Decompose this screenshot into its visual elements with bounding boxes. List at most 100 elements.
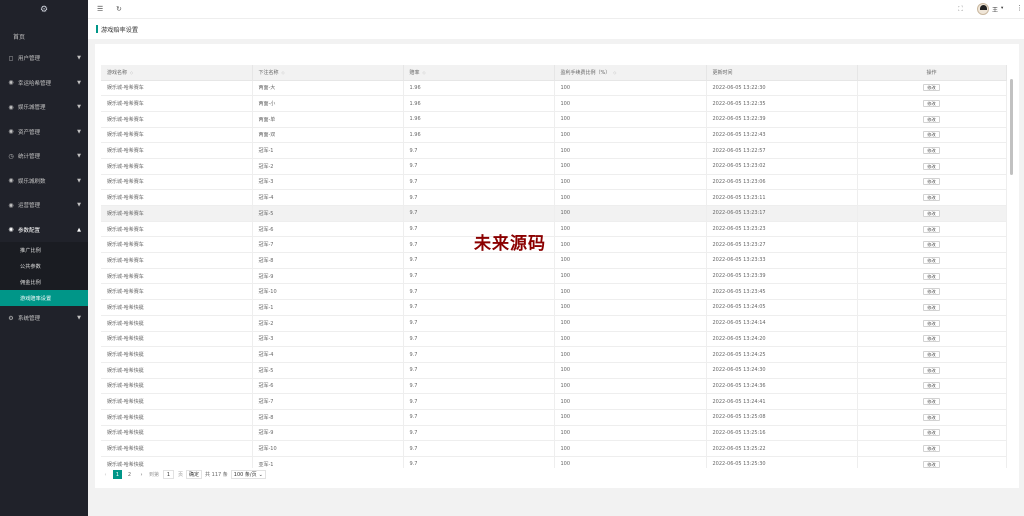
- avatar[interactable]: [977, 3, 989, 15]
- table-cell: 娱乐城-哈希赛车: [101, 158, 253, 175]
- table-cell: 9.7: [403, 393, 555, 410]
- sidebar-item-5[interactable]: ◷ 统计管理 ▼: [0, 144, 88, 169]
- table-cell-action: 修改: [857, 425, 1007, 442]
- column-header[interactable]: 赔率 ◇: [403, 65, 555, 81]
- edit-button[interactable]: 修改: [923, 335, 940, 343]
- edit-button[interactable]: 修改: [923, 413, 940, 421]
- table-cell: 100: [554, 315, 707, 332]
- table-cell: 娱乐城-哈希赛车: [101, 127, 253, 144]
- tab-game-odds[interactable]: 游戏赔率设置: [101, 25, 138, 34]
- edit-button[interactable]: 修改: [923, 241, 940, 249]
- fullscreen-icon[interactable]: ⛶: [958, 5, 963, 14]
- edit-button[interactable]: 修改: [923, 366, 940, 374]
- sidebar-item-4[interactable]: ◉ 资产管理 ▼: [0, 120, 88, 145]
- table-cell-action: 修改: [857, 346, 1007, 363]
- sort-icon[interactable]: ◇: [282, 70, 285, 75]
- sort-icon[interactable]: ◇: [130, 70, 133, 75]
- column-header[interactable]: 游戏名称 ◇: [101, 65, 253, 81]
- sidebar-subitem-1[interactable]: 推广比例: [0, 242, 88, 258]
- sidebar-item-6[interactable]: ◉ 娱乐城刷数 ▼: [0, 169, 88, 194]
- edit-button[interactable]: 修改: [923, 100, 940, 108]
- table-cell: 100: [554, 299, 707, 316]
- edit-button[interactable]: 修改: [923, 194, 940, 202]
- page-1-button[interactable]: 1: [113, 470, 122, 479]
- caret-icon: ▼: [77, 202, 81, 209]
- edit-button[interactable]: 修改: [923, 398, 940, 406]
- edit-button[interactable]: 修改: [923, 382, 940, 390]
- user-caret-icon[interactable]: ▾: [1001, 6, 1003, 11]
- sidebar-subitem-4[interactable]: 游戏赔率设置: [0, 290, 88, 306]
- edit-button[interactable]: 修改: [923, 84, 940, 92]
- refresh-icon[interactable]: ↻: [116, 5, 122, 14]
- edit-button[interactable]: 修改: [923, 162, 940, 170]
- table-cell-action: 修改: [857, 205, 1007, 222]
- table-scrollbar[interactable]: [1010, 79, 1013, 175]
- column-header[interactable]: 盈利手续费比例（%） ◇: [554, 65, 707, 81]
- column-header[interactable]: 操作: [857, 65, 1007, 81]
- table-cell: 娱乐城-哈希快艇: [101, 425, 253, 442]
- edit-button[interactable]: 修改: [923, 445, 940, 453]
- sidebar-item-3[interactable]: ◉ 娱乐城管理 ▼: [0, 95, 88, 120]
- edit-button[interactable]: 修改: [923, 131, 940, 139]
- table-cell: 娱乐城-哈希赛车: [101, 80, 253, 97]
- table-cell: 冠军-8: [252, 409, 404, 426]
- table-cell: 两面-单: [252, 111, 404, 128]
- edit-button[interactable]: 修改: [923, 178, 940, 186]
- prev-page-button[interactable]: ‹: [101, 470, 110, 479]
- menu-toggle-icon[interactable]: ☰: [97, 5, 103, 14]
- user-name[interactable]: 王: [992, 5, 998, 14]
- edit-button[interactable]: 修改: [923, 288, 940, 296]
- table-cell: 两面-双: [252, 127, 404, 144]
- table-row: 娱乐城-哈希赛车 两面-大 1.96 100 2022-06-05 13:22:30 修改: [101, 80, 1007, 97]
- table-cell: 冠军-6: [252, 378, 404, 395]
- table-cell: 娱乐城-哈希赛车: [101, 205, 253, 222]
- total-count: 共 117 条: [205, 472, 228, 478]
- next-page-button[interactable]: ›: [137, 470, 146, 479]
- sidebar-item-system[interactable]: ⚙ 系统管理 ▼: [0, 306, 88, 331]
- edit-button[interactable]: 修改: [923, 115, 940, 123]
- edit-button[interactable]: 修改: [923, 272, 940, 280]
- edit-button[interactable]: 修改: [923, 429, 940, 437]
- edit-button[interactable]: 修改: [923, 225, 940, 233]
- page-2-button[interactable]: 2: [125, 470, 134, 479]
- sidebar-item-7[interactable]: ◉ 运营管理 ▼: [0, 193, 88, 218]
- table-cell: 2022-06-05 13:23:06: [706, 174, 858, 191]
- per-page-select[interactable]: 100 条/页 ⌄: [230, 470, 266, 479]
- table-cell-action: 修改: [857, 236, 1007, 254]
- edit-button[interactable]: 修改: [923, 460, 940, 468]
- goto-confirm-button[interactable]: 确定: [186, 470, 203, 479]
- table-cell: 冠军-9: [252, 268, 404, 285]
- table-cell: 9.7: [403, 331, 555, 348]
- caret-icon: ▲: [77, 226, 81, 233]
- table-cell: 娱乐城-哈希快艇: [101, 456, 253, 468]
- sidebar-item-1[interactable]: ◻ 用户管理 ▼: [0, 46, 88, 71]
- sidebar-item-8[interactable]: ◉ 参数配置 ▲: [0, 218, 88, 243]
- edit-button[interactable]: 修改: [923, 319, 940, 327]
- sort-icon[interactable]: ◇: [613, 70, 616, 75]
- sidebar-home[interactable]: 首页: [0, 27, 88, 46]
- table-cell: 9.7: [403, 299, 555, 316]
- table-cell: 2022-06-05 13:23:17: [706, 205, 858, 222]
- goto-page-input[interactable]: 1: [163, 470, 175, 479]
- table-cell: 冠军-1: [252, 299, 404, 316]
- sort-icon[interactable]: ◇: [423, 70, 426, 75]
- edit-button[interactable]: 修改: [923, 209, 940, 217]
- logo-gear-icon[interactable]: ⚙: [0, 0, 88, 19]
- table-row: 娱乐城-哈希快艇 冠军-7 9.7 100 2022-06-05 13:24:41 修改: [101, 393, 1007, 410]
- edit-button[interactable]: 修改: [923, 147, 940, 155]
- caret-icon: ▼: [77, 79, 81, 86]
- table-cell: 冠军-7: [252, 393, 404, 410]
- table-cell: 2022-06-05 13:24:20: [706, 331, 858, 348]
- more-icon[interactable]: ⋮: [1016, 4, 1023, 12]
- sidebar-subitem-2[interactable]: 公共参数: [0, 258, 88, 274]
- sidebar-item-2[interactable]: ◉ 幸运哈希管理 ▼: [0, 71, 88, 96]
- table-cell: 1.96: [403, 95, 555, 112]
- edit-button[interactable]: 修改: [923, 256, 940, 264]
- table-cell-action: 修改: [857, 268, 1007, 285]
- edit-button[interactable]: 修改: [923, 303, 940, 311]
- sidebar-subitem-3[interactable]: 佣金比例: [0, 274, 88, 290]
- edit-button[interactable]: 修改: [923, 351, 940, 359]
- column-header[interactable]: 下注名称 ◇: [252, 65, 404, 81]
- column-header[interactable]: 更新时间: [706, 65, 858, 81]
- table-cell: 9.7: [403, 189, 555, 206]
